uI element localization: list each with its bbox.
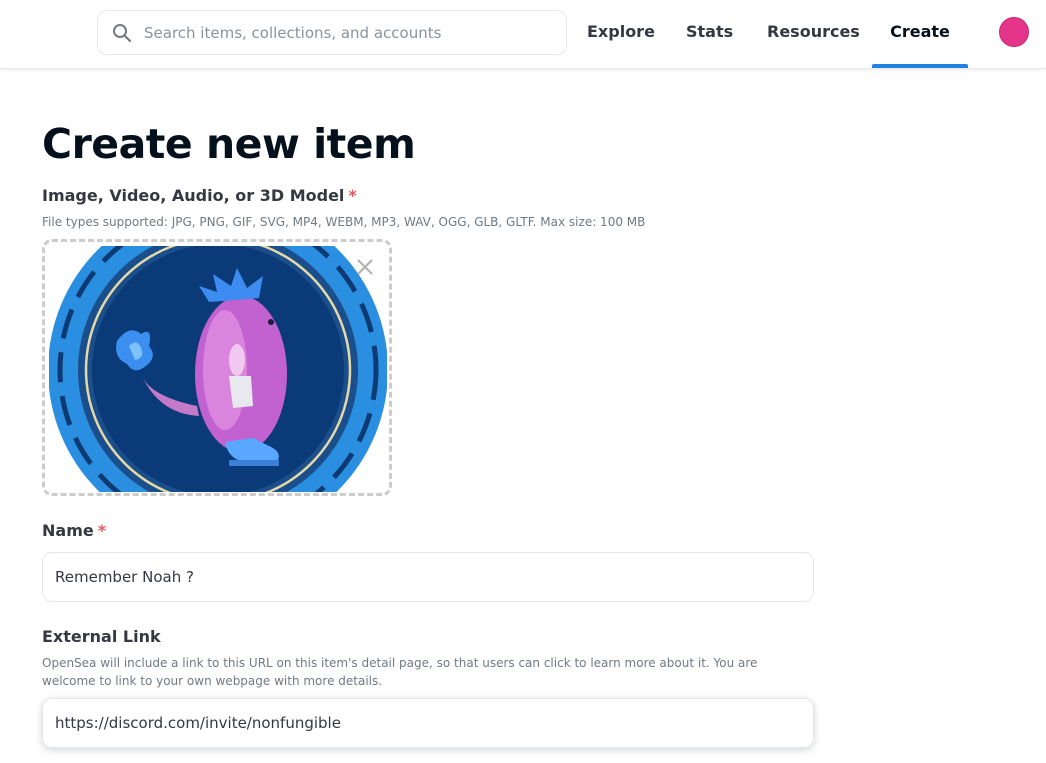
name-label: Name *	[42, 521, 106, 540]
media-upload-dropzone[interactable]	[42, 239, 392, 496]
required-mark: *	[348, 186, 357, 205]
nav-stats[interactable]: Stats	[686, 0, 733, 68]
media-file-types-hint: File types supported: JPG, PNG, GIF, SVG…	[42, 215, 646, 229]
search-icon	[113, 24, 132, 43]
external-link-field[interactable]	[42, 698, 814, 748]
nav-explore[interactable]: Explore	[587, 0, 655, 68]
external-link-hint: OpenSea will include a link to this URL …	[42, 656, 758, 688]
page-title: Create new item	[42, 120, 416, 168]
media-label-text: Image, Video, Audio, or 3D Model	[42, 186, 345, 205]
external-link-label: External Link	[42, 627, 161, 646]
nav-create[interactable]: Create	[872, 0, 968, 68]
external-link-input[interactable]	[43, 699, 813, 747]
uploaded-image-preview	[49, 246, 387, 492]
name-label-text: Name	[42, 521, 94, 540]
search-bar[interactable]	[97, 10, 567, 55]
media-label: Image, Video, Audio, or 3D Model *	[42, 186, 357, 205]
name-input[interactable]	[43, 553, 813, 601]
name-field[interactable]	[42, 552, 814, 602]
nav-resources[interactable]: Resources	[767, 0, 860, 68]
required-mark: *	[97, 521, 107, 540]
top-navigation-bar: Explore Stats Resources Create	[0, 0, 1046, 69]
account-avatar[interactable]	[999, 17, 1029, 47]
remove-media-icon[interactable]	[354, 256, 376, 278]
active-tab-indicator	[872, 64, 968, 68]
search-input[interactable]	[144, 11, 554, 54]
